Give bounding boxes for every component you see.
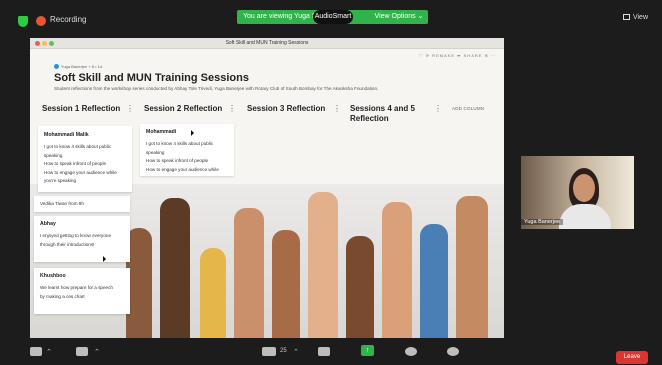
post-card[interactable]: Abhay I enjoyed getting to know everyone…: [34, 216, 130, 262]
post-line: I enjoyed getting to know everyone: [40, 233, 111, 238]
post-line: by making a ces chart: [40, 293, 85, 299]
window-title: Soft Skill and MUN Training Sessions: [225, 40, 309, 46]
security-shield-icon[interactable]: [18, 16, 28, 27]
participants-count: 25: [280, 348, 287, 354]
participants-chevron-icon[interactable]: ⌃: [293, 348, 299, 356]
shared-screen: Soft Skill and MUN Training Sessions ♡ ⟳…: [30, 38, 504, 338]
video-options-chevron-icon[interactable]: ⌃: [94, 348, 100, 356]
meeting-toolbar: ⌃ ⌃ 25 ⌃ ↑: [0, 340, 662, 365]
post-card[interactable]: Khushboo We learnt how prepare for a spe…: [34, 268, 130, 314]
column-header-sessions-4-5[interactable]: Sessions 4 and 5 Reflection: [350, 104, 415, 124]
board-subtitle: Student reflections from the workshop se…: [54, 86, 379, 91]
post-line: How to speak infront of people: [44, 161, 107, 167]
hand-image: [420, 224, 448, 338]
participant-face: [573, 174, 595, 202]
column-menu-icon[interactable]: ⋮: [228, 104, 236, 113]
post-author: Mohammadi: [146, 129, 177, 135]
add-column-button[interactable]: ADD COLUMN: [452, 106, 484, 111]
hand-image: [456, 196, 488, 338]
post-line: How to engage your audience while: [146, 166, 219, 172]
post-line: speaking: [44, 152, 63, 158]
record-icon[interactable]: [405, 347, 417, 356]
post-line: you're speaking: [44, 178, 77, 184]
post-line: I got to know 4 skills about public: [44, 144, 112, 149]
author-text: Yuga Banerjee + 8 • 1d: [61, 64, 103, 69]
hand-image: [200, 248, 226, 338]
board-author: Yuga Banerjee + 8 • 1d: [54, 64, 102, 69]
post-line: We learnt how prepare for a speech: [40, 285, 113, 290]
column-header-session-3[interactable]: Session 3 Reflection: [247, 104, 325, 113]
column-menu-icon[interactable]: ⋮: [333, 104, 341, 113]
column-menu-icon[interactable]: ⋮: [126, 104, 134, 113]
mouse-pointer-icon: [191, 130, 194, 136]
chat-icon[interactable]: [318, 347, 330, 356]
post-line: speaking: [146, 149, 165, 155]
audio-smart-badge: AudioSmart: [313, 10, 353, 24]
hand-image: [272, 230, 300, 338]
view-options-button[interactable]: View Options ⌄: [370, 10, 428, 24]
hand-image: [382, 202, 412, 338]
leave-button[interactable]: Leave: [616, 351, 648, 364]
post-line: How to engage your audience while: [44, 169, 117, 175]
zoom-meeting-window: Recording You are viewing Yuga S AudioSm…: [0, 0, 662, 365]
mute-mic-icon[interactable]: [30, 347, 42, 356]
post-line: How to speak infront of people: [146, 158, 209, 164]
reactions-icon[interactable]: [447, 347, 459, 356]
post-card[interactable]: Mohammadi I got to know 4 skills about p…: [140, 124, 234, 176]
hand-image: [160, 198, 190, 338]
mouse-pointer-icon: [103, 256, 106, 262]
grid-icon: [622, 14, 630, 20]
board-title: Soft Skill and MUN Training Sessions: [54, 72, 249, 84]
participant-name-label: Yuga Banerjee: [521, 219, 564, 225]
viewing-banner: You are viewing Yuga S: [237, 10, 385, 24]
hand-image: [308, 192, 338, 338]
post-line: I got to know 4 skills about public: [146, 141, 214, 146]
column-header-session-1[interactable]: Session 1 Reflection: [42, 104, 120, 113]
audio-options-chevron-icon[interactable]: ⌃: [46, 348, 52, 356]
stop-video-icon[interactable]: [76, 347, 88, 356]
view-label: View: [632, 14, 648, 21]
hand-image: [234, 208, 264, 338]
post-author: Khushboo: [40, 273, 66, 279]
post-card[interactable]: Vedika Tiwari from 9h: [34, 196, 130, 212]
participants-icon[interactable]: [262, 347, 276, 356]
board-toolbar[interactable]: ♡ ⟳ REMAKE ➦ SHARE ✲ ⋯: [419, 53, 496, 58]
post-author: Mohammadi Malik: [44, 132, 89, 138]
meeting-top-bar: Recording You are viewing Yuga S AudioSm…: [0, 0, 662, 40]
column-menu-icon[interactable]: ⋮: [434, 104, 442, 113]
browser-title-bar: Soft Skill and MUN Training Sessions: [30, 38, 504, 49]
author-avatar-icon: [54, 64, 59, 69]
column-header-session-2[interactable]: Session 2 Reflection: [144, 104, 222, 113]
post-card[interactable]: Mohammadi Malik I got to know 4 skills a…: [38, 126, 132, 192]
post-line: Vedika Tiwari from 9h: [40, 201, 84, 206]
share-screen-icon[interactable]: ↑: [361, 345, 374, 356]
recording-label: Recording: [50, 15, 87, 24]
recording-icon: [36, 16, 46, 26]
post-line: through their introductions!: [40, 241, 95, 247]
post-author: Abhay: [40, 221, 56, 227]
view-button[interactable]: View: [622, 14, 648, 21]
hand-image: [346, 236, 374, 338]
